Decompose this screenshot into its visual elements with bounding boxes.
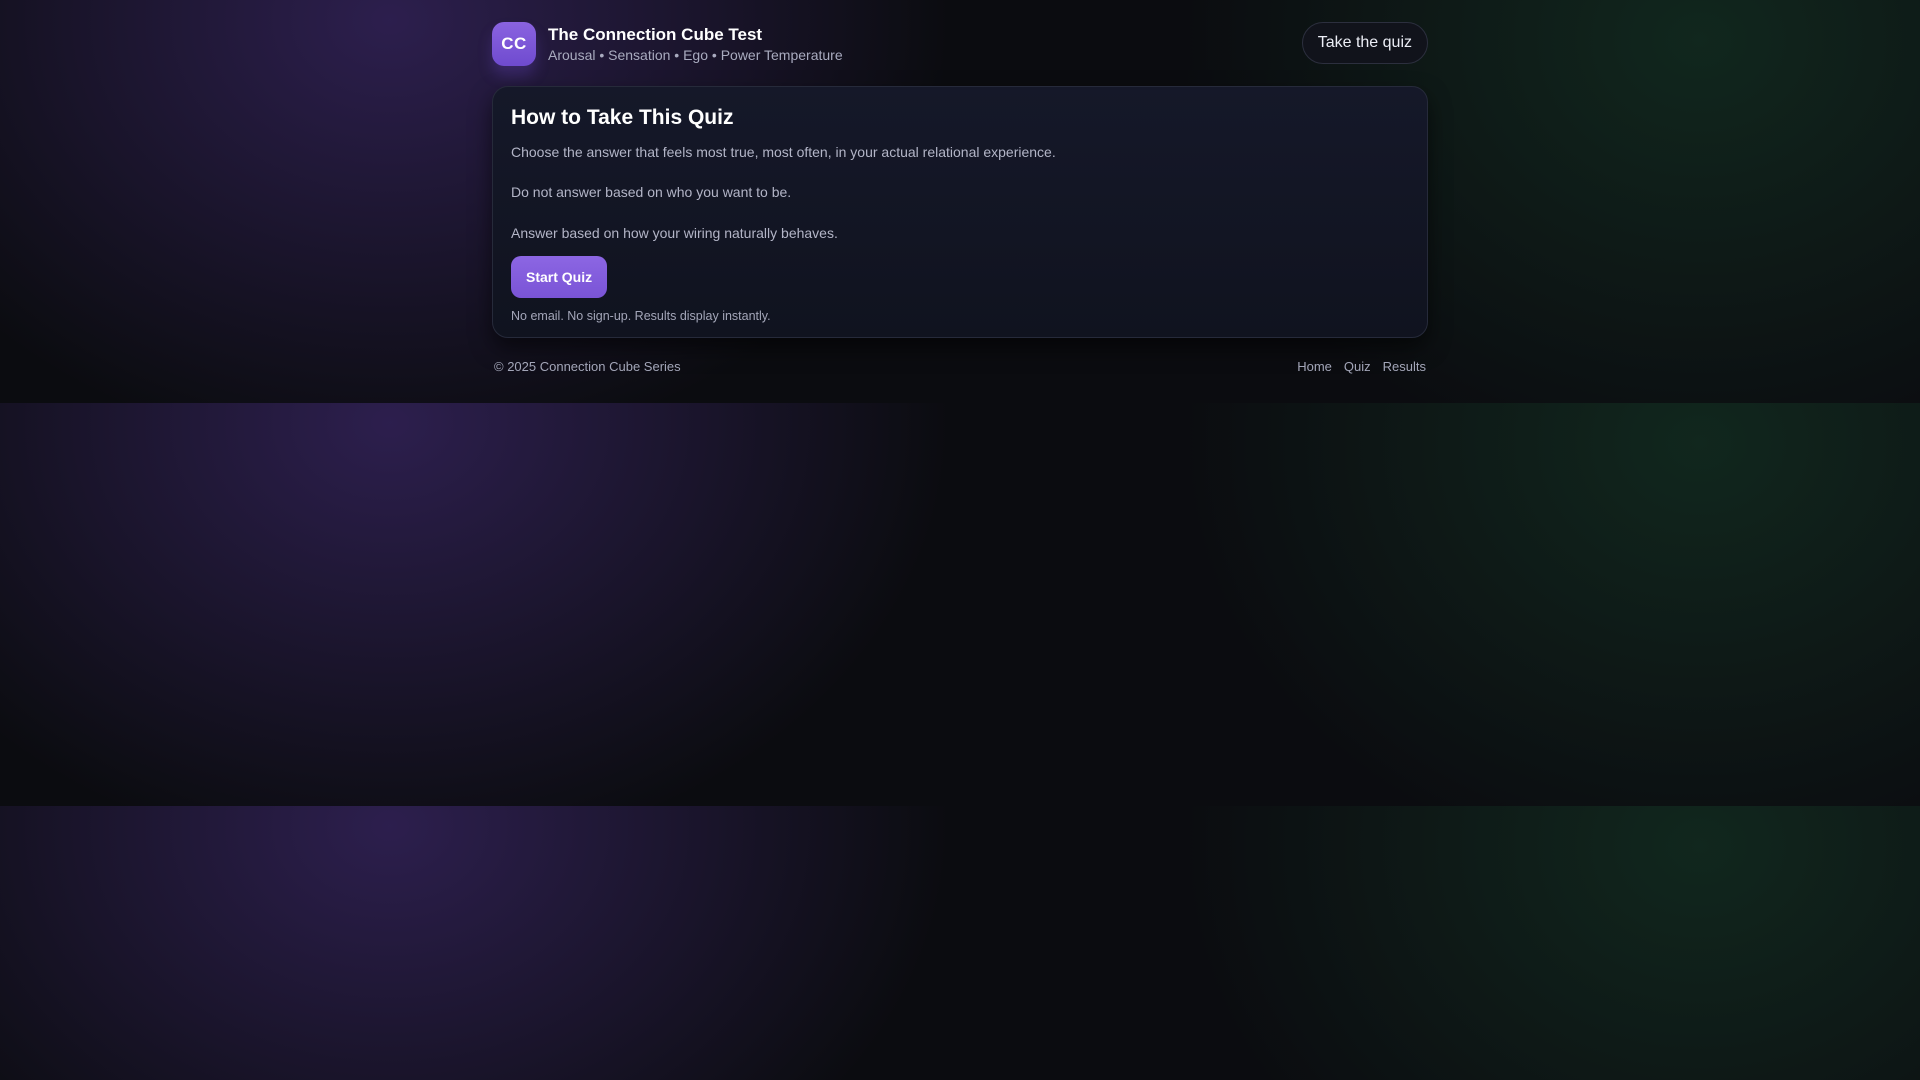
site-footer: © 2025 Connection Cube Series Home Quiz … — [492, 359, 1428, 399]
background-band — [0, 806, 1920, 1080]
copyright-text: © 2025 Connection Cube Series — [494, 359, 681, 374]
take-quiz-button[interactable]: Take the quiz — [1301, 22, 1428, 64]
instructions-card: How to Take This Quiz Choose the answer … — [492, 86, 1428, 338]
site-title: The Connection Cube Test — [548, 25, 763, 44]
instruction-paragraph: Choose the answer that feels most true, … — [511, 144, 1056, 160]
privacy-note: No email. No sign-up. Results display in… — [511, 309, 771, 323]
instruction-paragraph: Do not answer based on who you want to b… — [511, 184, 792, 200]
page-container: CC The Connection Cube Test Arousal • Se… — [492, 0, 1428, 399]
footer-link-home[interactable]: Home — [1297, 359, 1332, 374]
footer-link-quiz[interactable]: Quiz — [1344, 359, 1371, 374]
card-title: How to Take This Quiz — [511, 106, 734, 129]
footer-link-results[interactable]: Results — [1383, 359, 1426, 374]
site-header: CC The Connection Cube Test Arousal • Se… — [492, 0, 1428, 86]
instruction-paragraph: Answer based on how your wiring naturall… — [511, 225, 838, 241]
start-quiz-button[interactable]: Start Quiz — [511, 256, 608, 298]
site-subtitle: Arousal • Sensation • Ego • Power Temper… — [548, 47, 843, 63]
background-band — [0, 403, 1920, 806]
brand-logo: CC — [492, 22, 536, 66]
brand-text: The Connection Cube Test Arousal • Sensa… — [548, 25, 843, 64]
footer-nav: Home Quiz Results — [1297, 359, 1426, 374]
